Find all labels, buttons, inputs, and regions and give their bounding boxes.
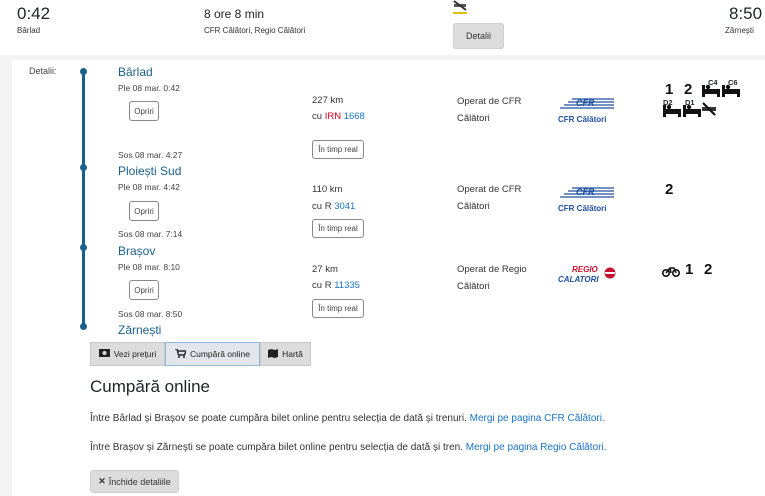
train-type: IRN — [324, 111, 342, 122]
details-label: Detalii: — [29, 66, 57, 76]
station-name[interactable]: Ploiești Sud — [118, 164, 181, 178]
sleeper-d1-label: D1 — [685, 98, 695, 107]
map-icon — [268, 348, 279, 360]
tab-buy-online[interactable]: Cumpără online — [165, 342, 260, 366]
train-prefix: cu — [312, 280, 323, 291]
station-name[interactable]: Brașov — [118, 244, 155, 258]
timeline-stop — [80, 244, 87, 251]
second-class-badge: 2 — [665, 181, 674, 198]
second-class-badge: 2 — [704, 261, 713, 278]
cfr-logo: CFR CFR Călători — [558, 185, 616, 213]
tab-buy-label: Cumpără online — [189, 349, 250, 359]
buy-section-title: Cumpără online — [90, 377, 211, 396]
route-timeline — [82, 71, 85, 329]
couchette-c4-label: C4 — [708, 78, 718, 87]
timeline-stop — [80, 68, 87, 75]
cfr-logo-text: CFR Călători — [558, 115, 607, 124]
regio-logo-bottom: CALATORI — [558, 275, 599, 284]
bicycle-icon — [661, 264, 681, 282]
operator-text: Operat de CFR Călători — [457, 96, 522, 124]
train-number-link[interactable]: 3041 — [334, 201, 355, 212]
regio-page-link[interactable]: Mergi pe pagina Regio Călători. — [466, 442, 607, 453]
money-icon — [98, 349, 110, 359]
train-number-link[interactable]: 1668 — [344, 111, 365, 122]
no-smoking-icon — [452, 0, 468, 19]
buy-line-2-text: Între Brașov și Zărnești se poate cumpăr… — [90, 442, 463, 453]
regio-logo-top: REGIO — [572, 265, 598, 274]
stops-button[interactable]: Opriri — [129, 201, 159, 221]
operator-text: Operat de Regio Călători — [457, 264, 527, 292]
sleeper-icon: D1 — [682, 98, 702, 118]
station-name[interactable]: Bârlad — [118, 65, 153, 79]
tab-prices-label: Vezi prețuri — [113, 349, 157, 359]
details-button[interactable]: Detalii — [453, 23, 504, 49]
realtime-button[interactable]: În timp real — [312, 140, 364, 159]
train-info: cu R 11335 — [312, 280, 360, 291]
tab-prices[interactable]: Vezi prețuri — [90, 342, 165, 366]
leg-distance: 110 km — [312, 184, 343, 195]
tab-map-label: Hartă — [282, 349, 303, 359]
svg-text:CFR: CFR — [576, 187, 595, 197]
sleeper-icon: D2 — [662, 98, 682, 118]
arrival-time: Sos 08 mar. 8:50 — [118, 309, 183, 319]
depart-time: 0:42 — [17, 4, 51, 23]
close-details-button[interactable]: ✕ Închide detaliile — [90, 470, 179, 493]
cfr-logo-text: CFR Călători — [558, 204, 607, 213]
couchette-icon: C4 — [701, 78, 721, 99]
timeline-stop — [80, 164, 87, 171]
no-smoking-icon — [701, 101, 717, 122]
cfr-page-link[interactable]: Mergi pe pagina CFR Călători. — [470, 413, 605, 424]
journey-summary: 0:42 Bârlad 8 ore 8 min CFR Călători, Re… — [0, 0, 765, 55]
timeline-stop — [80, 323, 87, 330]
tab-map[interactable]: Hartă — [260, 342, 311, 366]
cfr-logo: CFR CFR Călători — [558, 96, 616, 124]
arrive-station: Zărnești — [725, 26, 754, 35]
operator-text: Operat de CFR Călători — [457, 184, 522, 212]
departure-time: Ple 08 mar. 8:10 — [118, 262, 180, 272]
departure-time: Ple 08 mar. 4:42 — [118, 182, 180, 192]
second-class-badge: 2 — [684, 81, 693, 98]
train-type: R — [324, 280, 332, 291]
journey-operators: CFR Călători, Regio Călători — [204, 26, 306, 35]
leg-distance: 27 km — [312, 264, 338, 275]
arrival-time: Sos 08 mar. 7:14 — [118, 229, 183, 239]
leg-distance: 227 km — [312, 95, 344, 106]
train-prefix: cu — [312, 201, 323, 212]
close-icon: ✕ — [98, 476, 106, 486]
final-station[interactable]: Zărnești — [118, 323, 161, 337]
close-details-label: Închide detaliile — [108, 476, 171, 487]
regio-logo: REGIO CALATORI — [558, 265, 618, 287]
couchette-c6-label: C6 — [728, 78, 738, 87]
couchette-icon: C6 — [721, 78, 741, 99]
realtime-button[interactable]: În timp real — [312, 219, 364, 238]
first-class-badge: 1 — [685, 261, 694, 278]
journey-duration: 8 ore 8 min — [204, 7, 265, 21]
buy-line-1: Între Bârlad și Brașov se poate cumpăra … — [90, 413, 605, 424]
depart-station: Bârlad — [17, 26, 41, 35]
arrive-time: 8:50 — [729, 4, 763, 23]
stops-button[interactable]: Opriri — [129, 101, 159, 121]
train-type: R — [324, 201, 332, 212]
svg-text:CFR: CFR — [576, 98, 595, 108]
train-info: cu R 3041 — [312, 201, 355, 212]
arrival-time: Sos 08 mar. 4:27 — [118, 150, 183, 160]
train-prefix: cu — [312, 111, 323, 122]
train-number-link[interactable]: 11335 — [334, 280, 360, 291]
first-class-badge: 1 — [665, 81, 674, 98]
cart-icon — [174, 347, 187, 360]
buy-line-2: Între Brașov și Zărnești se poate cumpăr… — [90, 442, 606, 453]
buy-line-1-text: Între Bârlad și Brașov se poate cumpăra … — [90, 413, 467, 424]
stops-button[interactable]: Opriri — [129, 280, 159, 300]
departure-time: Ple 08 mar. 0:42 — [118, 83, 180, 93]
sleeper-d2-label: D2 — [663, 98, 673, 107]
details-panel — [12, 60, 765, 496]
train-info: cu IRN 1668 — [312, 111, 365, 122]
realtime-button[interactable]: În timp real — [312, 299, 364, 318]
